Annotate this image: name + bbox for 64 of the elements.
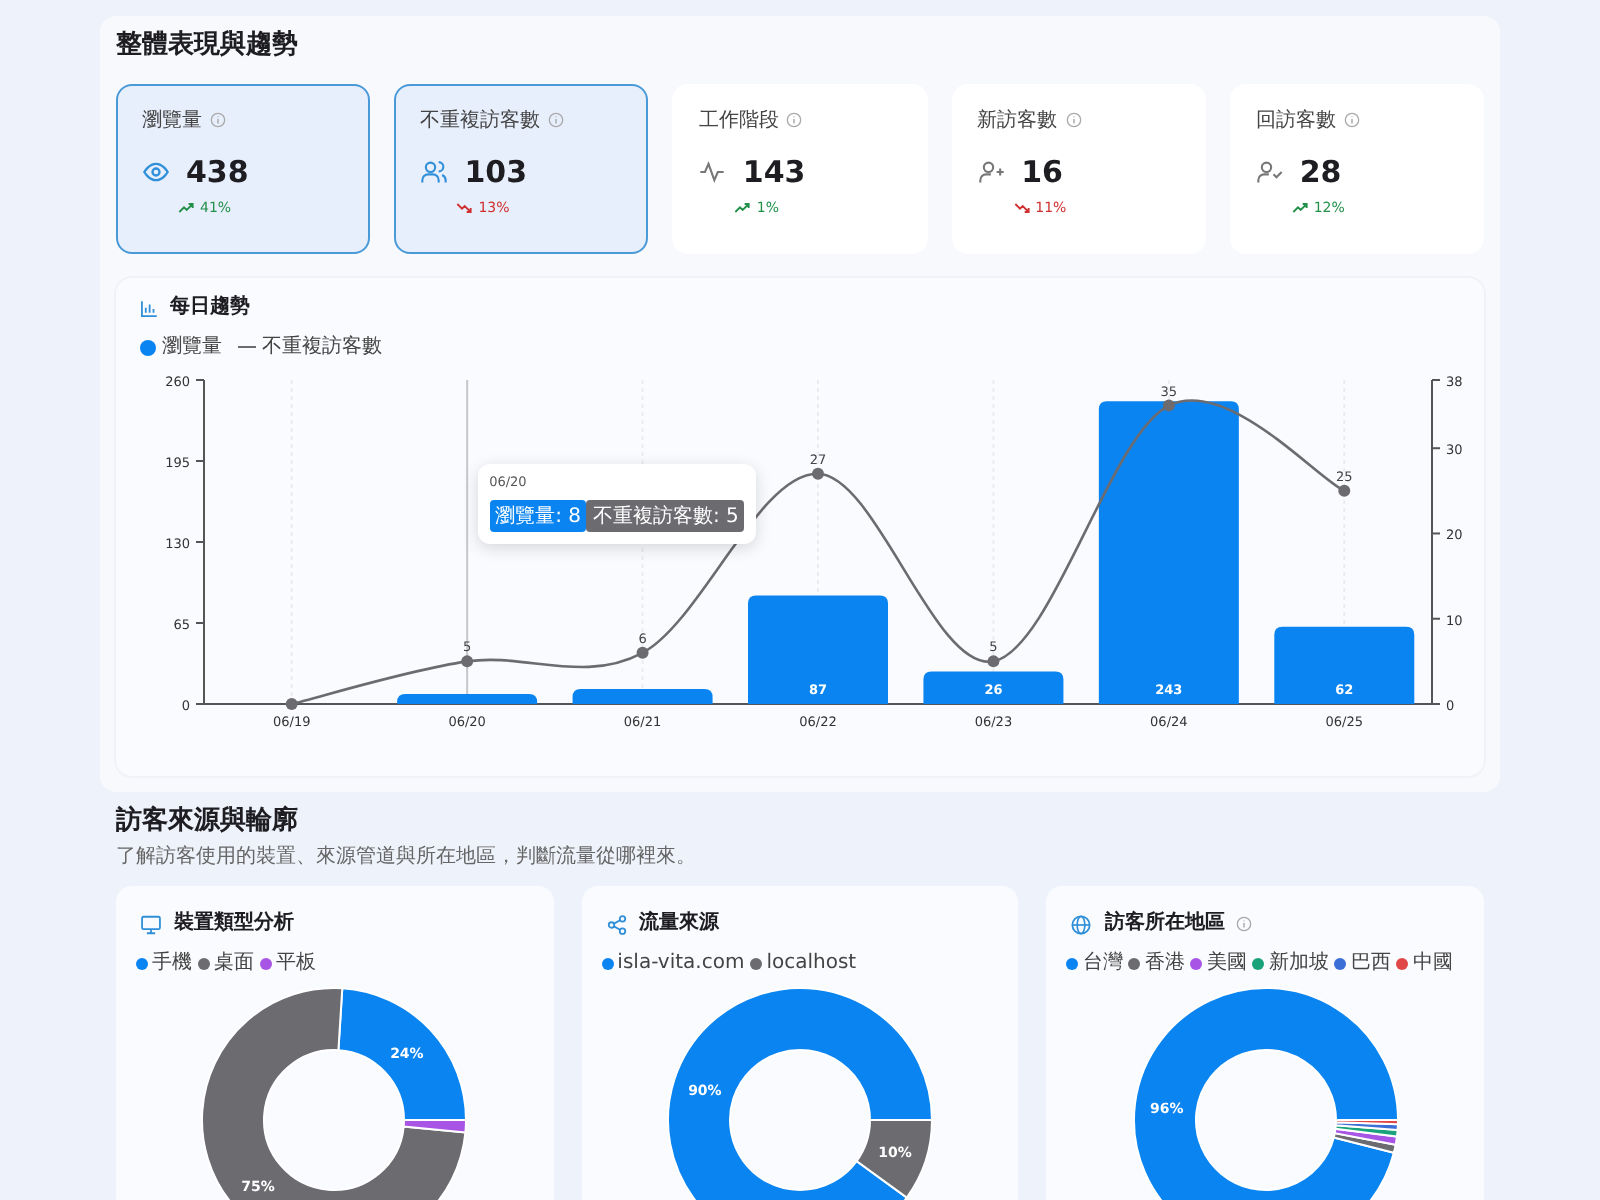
info-icon[interactable] xyxy=(1065,112,1082,128)
legend-label: isla-vita.com xyxy=(617,950,745,976)
info-icon[interactable] xyxy=(1343,112,1360,128)
kpi-label: 工作階段 xyxy=(698,107,779,134)
legend-label: 巴西 xyxy=(1350,950,1391,976)
tooltip-value: 瀏覽量: 8 xyxy=(489,500,587,532)
section-subtitle: 了解訪客使用的裝置、來源管道與所在地區，判斷流量從哪裡來。 xyxy=(116,844,698,870)
line-point xyxy=(1162,399,1175,412)
chart-bar xyxy=(1274,626,1415,704)
chart-bar xyxy=(397,694,538,704)
kpi-value: 16 xyxy=(1021,154,1063,190)
legend-label: 美國 xyxy=(1206,950,1247,976)
legend-label: 台灣 xyxy=(1082,950,1123,976)
trend-down-icon xyxy=(1013,202,1030,214)
kpi-value: 28 xyxy=(1299,154,1342,190)
chart-bar xyxy=(923,671,1064,704)
activity-icon xyxy=(698,158,727,186)
line-point xyxy=(812,467,824,480)
line-point xyxy=(1338,484,1351,497)
kpi-label: 回訪客數 xyxy=(1255,107,1336,134)
line-point xyxy=(461,655,474,668)
legend-label: 新加坡 xyxy=(1268,950,1329,976)
chart-title: 訪客所在地區 xyxy=(1104,910,1225,938)
info-icon[interactable] xyxy=(1236,916,1253,932)
legend-label: 不重複訪客數 xyxy=(262,334,382,360)
legend-label: localhost xyxy=(766,950,857,976)
trend-up-icon xyxy=(734,202,751,214)
trend-up-icon xyxy=(1291,202,1308,214)
section-title: 訪客來源與輪廓 xyxy=(116,804,300,840)
monitor-icon xyxy=(140,913,162,935)
legend-label: 桌面 xyxy=(214,950,254,976)
legend-label: 瀏覽量 xyxy=(162,334,222,360)
tooltip-value: 不重複訪客數: 5 xyxy=(586,500,745,532)
kpi-label: 不重複訪客數 xyxy=(420,107,541,134)
chart-title: 每日趨勢 xyxy=(170,294,250,322)
chart-bar xyxy=(572,689,713,704)
user-plus-icon xyxy=(977,158,1006,186)
share-icon xyxy=(605,913,628,935)
trend-up-icon xyxy=(178,202,194,214)
chart-bar xyxy=(748,595,888,704)
users-icon xyxy=(420,158,449,186)
eye-icon xyxy=(142,158,170,186)
section-title: 整體表現與趨勢 xyxy=(116,28,300,64)
globe-icon xyxy=(1070,913,1093,935)
kpi-value: 143 xyxy=(742,154,806,190)
kpi-label: 新訪客數 xyxy=(977,107,1058,134)
trend-down-icon xyxy=(456,202,473,214)
legend-label: 中國 xyxy=(1412,950,1453,976)
kpi-label: 瀏覽量 xyxy=(142,107,202,134)
line-point xyxy=(285,698,298,710)
user-check-icon xyxy=(1255,158,1284,186)
info-icon[interactable] xyxy=(548,112,565,128)
kpi-value: 438 xyxy=(186,154,249,190)
info-icon[interactable] xyxy=(210,112,226,128)
legend-label: 平板 xyxy=(276,950,316,976)
chart-title: 流量來源 xyxy=(639,910,720,938)
legend-label: 香港 xyxy=(1144,950,1185,976)
bar-chart-icon xyxy=(140,299,158,317)
kpi-value: 103 xyxy=(464,154,528,190)
line-point xyxy=(636,646,649,659)
line-point xyxy=(987,655,1000,668)
chart-title: 裝置類型分析 xyxy=(174,910,294,938)
info-icon[interactable] xyxy=(786,112,803,128)
legend-label: 手機 xyxy=(152,950,192,976)
